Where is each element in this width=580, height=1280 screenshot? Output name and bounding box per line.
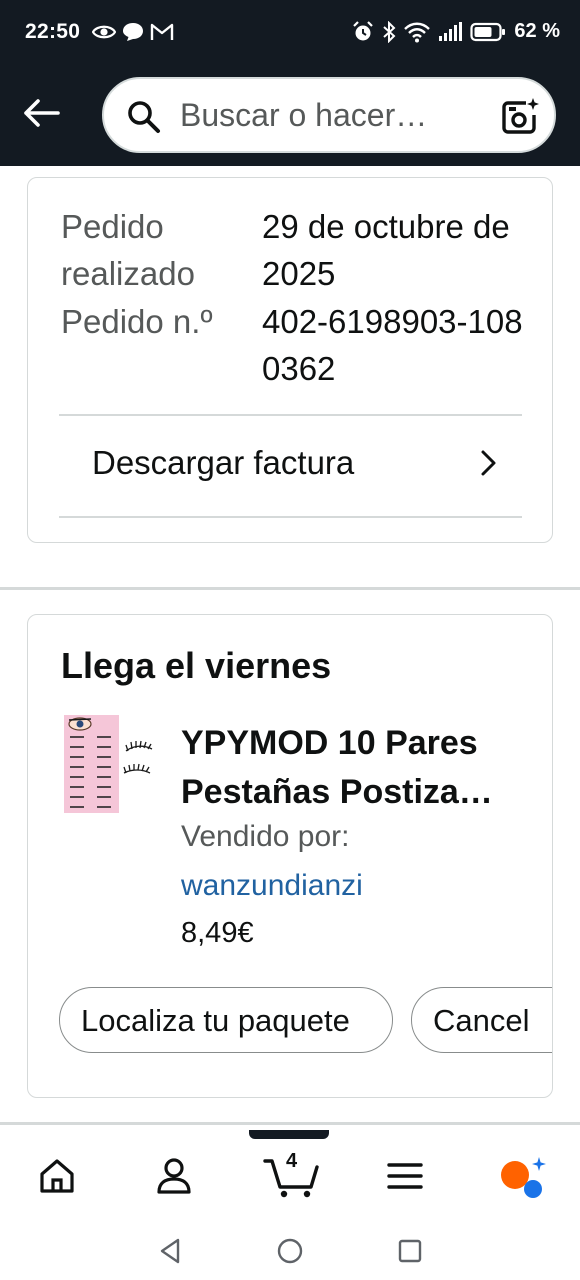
chat-bubble-icon <box>123 23 143 41</box>
divider <box>59 516 522 518</box>
back-arrow-icon <box>24 99 60 127</box>
section-divider <box>0 587 580 590</box>
system-recents-button[interactable] <box>395 1236 425 1266</box>
order-date-label: Pedido realizado <box>61 208 195 292</box>
product-thumbnail[interactable] <box>64 715 154 813</box>
system-nav-bar <box>0 1224 580 1280</box>
search-icon <box>128 101 160 133</box>
status-time: 22:50 <box>25 20 81 43</box>
nav-home[interactable] <box>27 1150 87 1202</box>
track-package-label: Localiza tu paquete <box>81 1003 350 1038</box>
circle-home-icon <box>277 1238 303 1264</box>
nav-cart[interactable]: 4 <box>258 1150 326 1202</box>
order-date-value: 29 de octubre de 2025 <box>262 208 510 292</box>
cancel-button[interactable]: Cancel <box>411 987 552 1053</box>
seller-link[interactable]: wanzundianzi <box>181 869 363 903</box>
gmail-icon <box>150 23 174 40</box>
nav-menu[interactable] <box>375 1150 435 1202</box>
product-price: 8,49€ <box>181 917 254 949</box>
order-number-value: 402-6198903-1080362 <box>262 303 523 387</box>
signal-icon <box>439 21 463 41</box>
back-button[interactable] <box>20 92 62 134</box>
menu-icon <box>387 1163 423 1189</box>
battery-percent: 62 % <box>514 20 560 42</box>
app-header: 22:50 62 % Buscar o hacer… <box>0 0 580 166</box>
bottom-nav: 4 <box>0 1126 580 1224</box>
camera-icon[interactable] <box>500 97 540 135</box>
active-tab-indicator <box>249 1130 329 1139</box>
eye-icon <box>92 25 116 39</box>
order-summary-card: Pedido realizado 29 de octubre de 2025 P… <box>27 177 553 543</box>
system-home-button[interactable] <box>275 1236 305 1266</box>
square-recents-icon <box>398 1239 422 1263</box>
sold-by-label: Vendido por: <box>181 820 350 853</box>
account-icon <box>157 1158 191 1194</box>
home-icon <box>40 1159 74 1193</box>
nav-rufus[interactable] <box>492 1150 552 1202</box>
triangle-back-icon <box>160 1238 180 1264</box>
section-divider <box>0 1122 580 1125</box>
status-bar: 22:50 62 % <box>0 0 580 68</box>
track-package-button[interactable]: Localiza tu paquete <box>59 987 393 1053</box>
cart-count: 4 <box>286 1150 298 1172</box>
chevron-right-icon <box>481 450 496 476</box>
order-number-label: Pedido n.º <box>61 303 213 340</box>
bluetooth-icon <box>383 20 396 43</box>
alarm-icon <box>353 20 374 40</box>
system-back-button[interactable] <box>155 1236 185 1266</box>
nav-account[interactable] <box>144 1150 204 1202</box>
arrival-heading: Llega el viernes <box>61 645 332 686</box>
download-invoice-label: Descargar factura <box>92 444 355 481</box>
shipment-card: Llega el viernes YPYMOD 10 Pares Pestaña… <box>27 614 553 1098</box>
battery-icon <box>470 22 506 41</box>
search-bar[interactable]: Buscar o hacer… <box>102 77 556 153</box>
download-invoice-row[interactable]: Descargar factura <box>59 415 522 517</box>
wifi-icon <box>404 22 431 42</box>
rufus-ai-icon <box>501 1157 546 1198</box>
search-input[interactable]: Buscar o hacer… <box>180 97 427 134</box>
cancel-label: Cancel <box>433 1003 530 1038</box>
product-title[interactable]: YPYMOD 10 Pares Pestañas Postiza… <box>181 719 531 817</box>
